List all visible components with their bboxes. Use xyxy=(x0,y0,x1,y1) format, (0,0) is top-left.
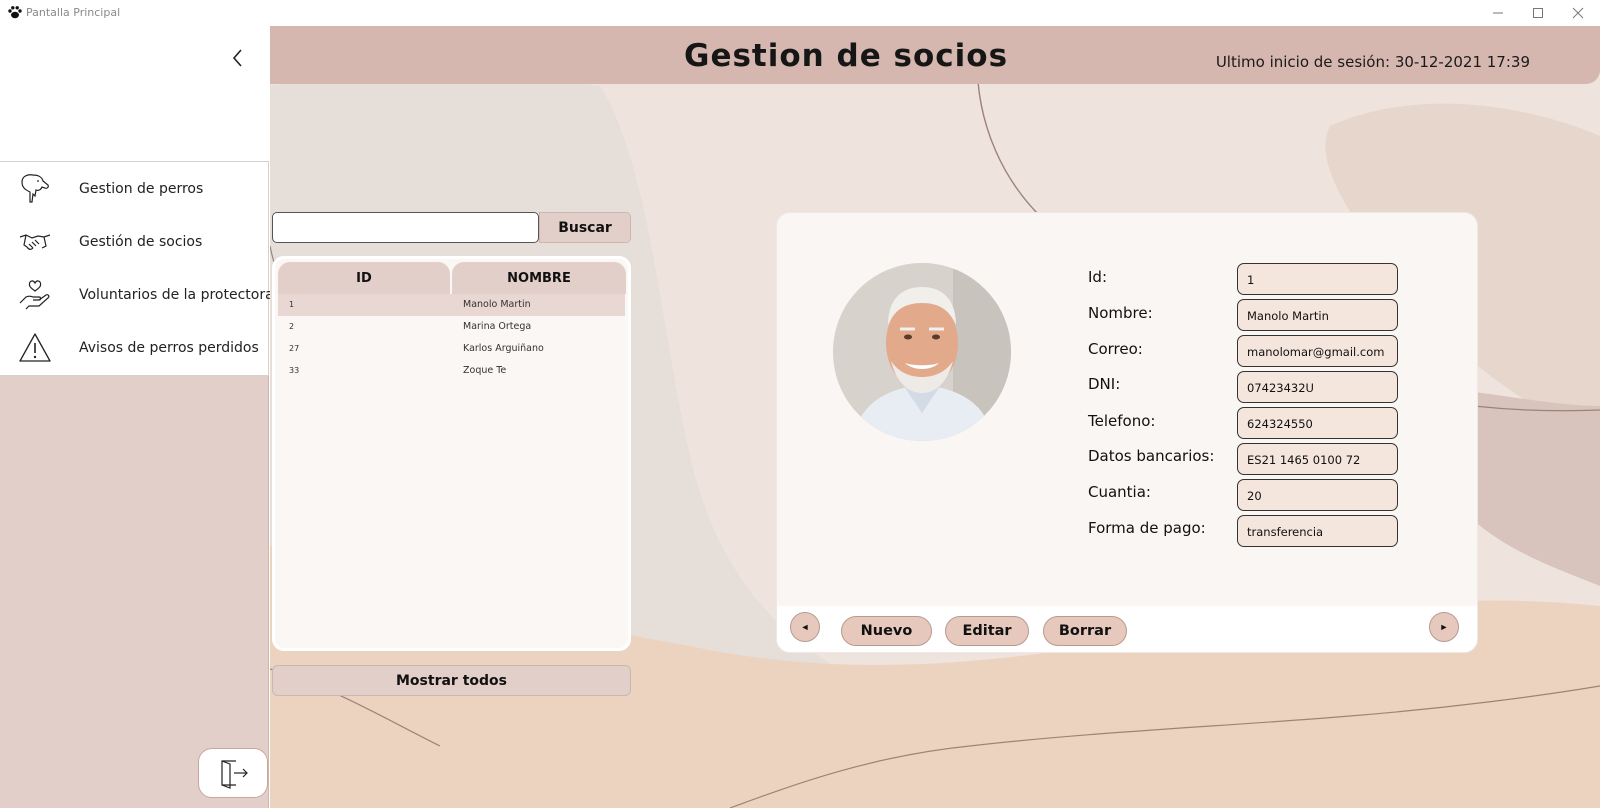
field-label-correo: Correo: xyxy=(1088,340,1143,358)
close-icon xyxy=(1572,7,1584,19)
field-label-id: Id: xyxy=(1088,268,1107,286)
minimize-button[interactable] xyxy=(1478,0,1518,26)
cell-id: 2 xyxy=(289,322,295,331)
header: Gestion de socios Ultimo inicio de sesió… xyxy=(270,26,1600,84)
minimize-icon xyxy=(1493,12,1503,14)
triangle-left-icon: ◄ xyxy=(800,622,810,632)
member-photo-image xyxy=(833,263,1011,441)
cell-name: Zoque Te xyxy=(463,365,507,376)
collapse-sidebar-button[interactable] xyxy=(228,46,248,70)
socios-table: ID NOMBRE 1 Manolo Martin 2 Marina Orteg… xyxy=(272,256,631,651)
sidebar-item-label: Gestion de perros xyxy=(79,180,204,197)
logout-icon xyxy=(221,760,248,789)
datos-bancarios-field[interactable]: ES21 1465 0100 72 xyxy=(1237,443,1398,475)
close-button[interactable] xyxy=(1558,0,1598,26)
field-label-dni: DNI: xyxy=(1088,375,1121,393)
sidebar-item-label: Gestión de socios xyxy=(79,233,203,250)
table-row[interactable]: 1 Manolo Martin xyxy=(278,294,625,316)
sidebar-item-gestion-perros[interactable]: Gestion de perros xyxy=(0,162,268,215)
field-label-nombre: Nombre: xyxy=(1088,304,1153,322)
sidebar: Gestion de perros Gestión de socios Volu… xyxy=(0,26,274,808)
cell-name: Manolo Martin xyxy=(463,299,531,310)
paw-icon xyxy=(8,6,22,19)
chevron-left-icon xyxy=(232,49,242,67)
table-row[interactable]: 2 Marina Ortega xyxy=(278,316,625,338)
search-button[interactable]: Buscar xyxy=(539,212,631,243)
previous-record-button[interactable]: ◄ xyxy=(790,612,820,642)
dog-icon xyxy=(21,173,49,203)
telefono-field[interactable]: 624324550 xyxy=(1237,407,1398,439)
handshake-icon xyxy=(19,233,51,250)
field-label-forma-pago: Forma de pago: xyxy=(1088,519,1206,537)
member-detail-card: Id: 1 Nombre: Manolo Martin Correo: mano… xyxy=(776,212,1478,653)
sidebar-item-label: Avisos de perros perdidos xyxy=(79,339,259,356)
maximize-icon xyxy=(1533,8,1543,18)
cell-id: 1 xyxy=(289,300,295,309)
new-button[interactable]: Nuevo xyxy=(841,616,932,646)
edit-button[interactable]: Editar xyxy=(945,616,1029,646)
delete-button[interactable]: Borrar xyxy=(1043,616,1127,646)
column-header-id[interactable]: ID xyxy=(278,262,450,294)
field-label-datos-bancarios: Datos bancarios: xyxy=(1088,447,1215,465)
dni-field[interactable]: 07423432U xyxy=(1237,371,1398,403)
cell-name: Marina Ortega xyxy=(463,321,532,332)
nombre-field[interactable]: Manolo Martin xyxy=(1237,299,1398,331)
warning-icon xyxy=(19,332,51,362)
show-all-button[interactable]: Mostrar todos xyxy=(272,665,631,696)
cuantia-field[interactable]: 20 xyxy=(1237,479,1398,511)
maximize-button[interactable] xyxy=(1518,0,1558,26)
sidebar-top xyxy=(0,26,269,161)
cell-id: 27 xyxy=(289,344,300,353)
title-bar: Pantalla Principal xyxy=(0,0,1600,26)
field-label-cuantia: Cuantia: xyxy=(1088,483,1151,501)
table-row[interactable]: 27 Karlos Arguiñano xyxy=(278,338,625,360)
column-header-nombre[interactable]: NOMBRE xyxy=(452,262,626,294)
page-title: Gestion de socios xyxy=(684,38,1009,74)
sidebar-item-gestion-socios[interactable]: Gestión de socios xyxy=(0,215,268,268)
triangle-right-icon: ► xyxy=(1439,622,1449,632)
last-login-text: Ultimo inicio de sesión: 30-12-2021 17:3… xyxy=(1215,53,1530,71)
id-field[interactable]: 1 xyxy=(1237,263,1398,295)
member-photo xyxy=(833,263,1011,441)
cell-name: Karlos Arguiñano xyxy=(463,343,544,354)
next-record-button[interactable]: ► xyxy=(1429,612,1459,642)
logout-button[interactable] xyxy=(198,748,268,798)
cell-id: 33 xyxy=(289,366,300,375)
sidebar-item-avisos[interactable]: Avisos de perros perdidos xyxy=(0,321,268,374)
window-title: Pantalla Principal xyxy=(26,6,121,19)
sidebar-item-voluntarios[interactable]: Voluntarios de la protectora xyxy=(0,268,274,321)
heart-hand-icon xyxy=(19,279,50,309)
sidebar-menu: Gestion de perros Gestión de socios Volu… xyxy=(0,161,274,376)
field-label-telefono: Telefono: xyxy=(1088,412,1156,430)
correo-field[interactable]: manolomar@gmail.com xyxy=(1237,335,1398,367)
search-input[interactable] xyxy=(272,212,539,243)
forma-pago-field[interactable]: transferencia xyxy=(1237,515,1398,547)
table-row[interactable]: 33 Zoque Te xyxy=(278,360,625,382)
sidebar-item-label: Voluntarios de la protectora xyxy=(79,286,274,303)
